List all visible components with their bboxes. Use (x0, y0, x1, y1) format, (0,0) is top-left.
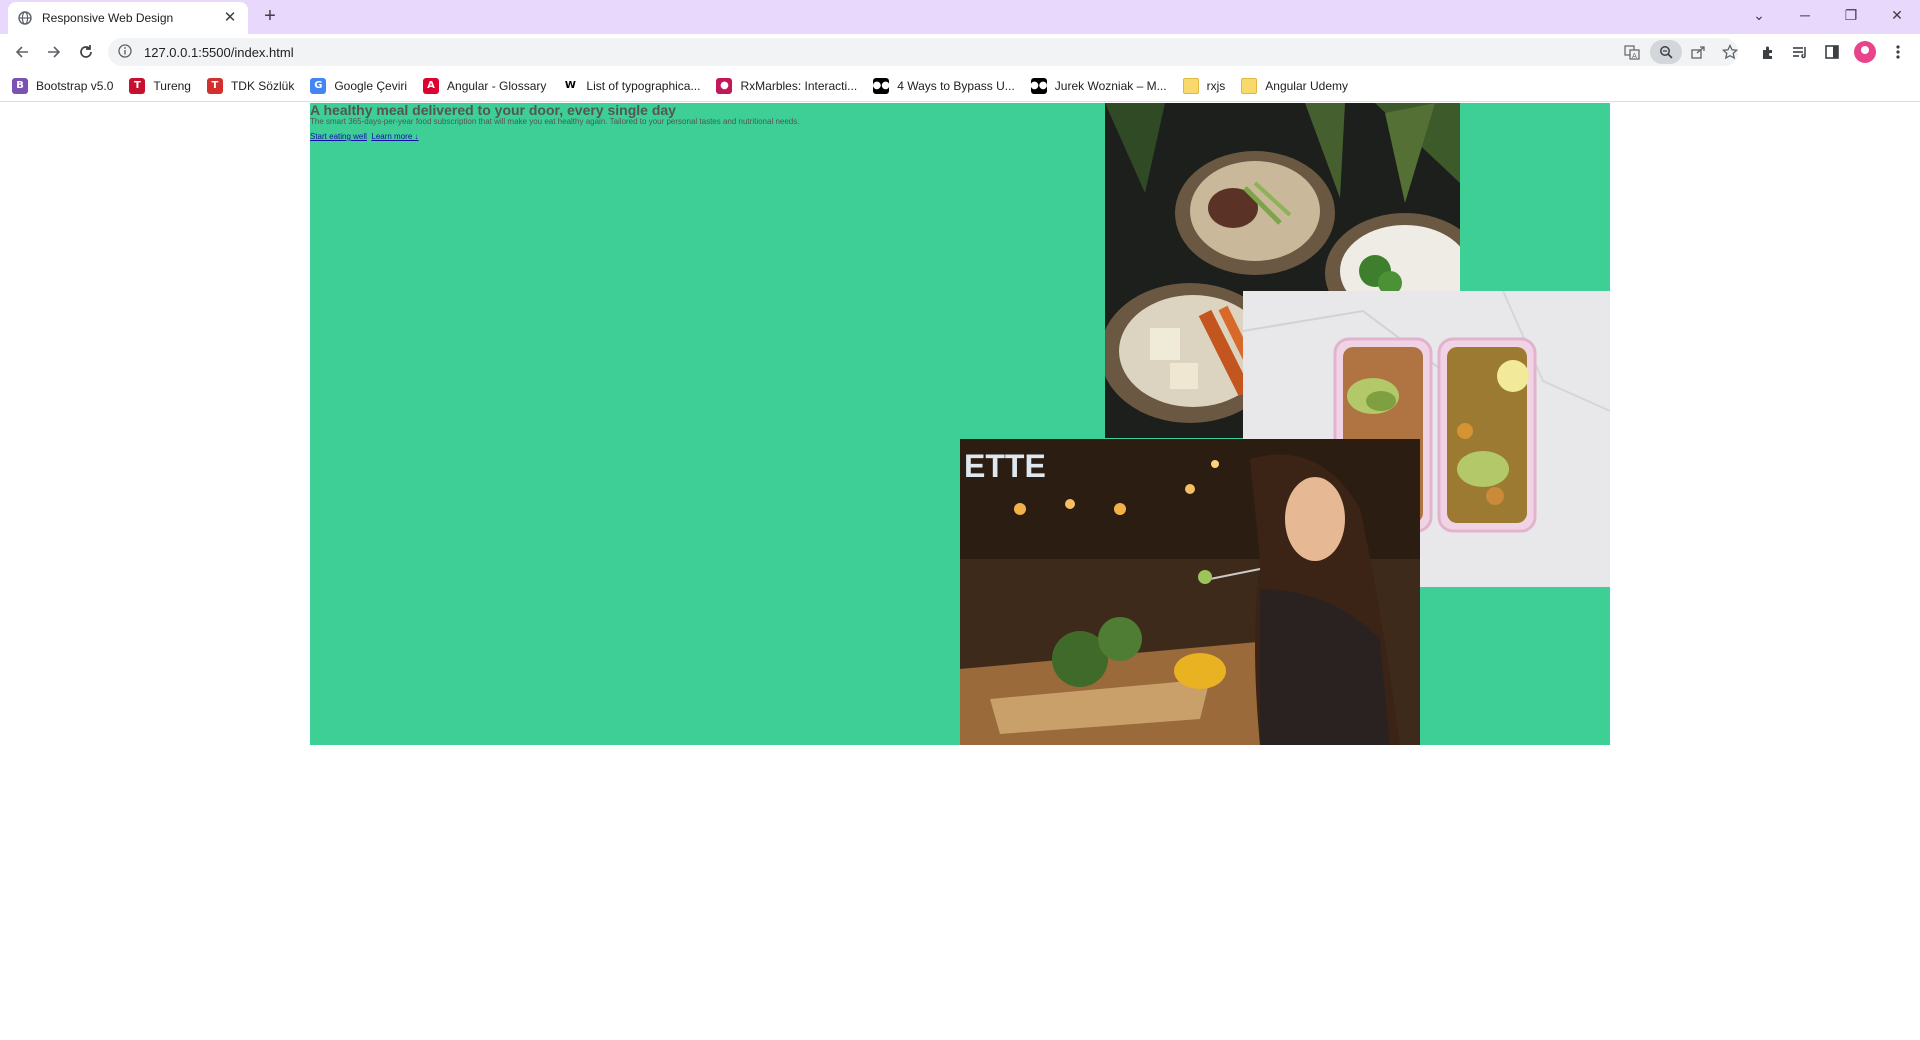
bookmark-label: 4 Ways to Bypass U... (897, 78, 1015, 93)
bookmark-label: TDK Sözlük (230, 78, 295, 93)
restore-button[interactable]: ❐ (1828, 0, 1874, 30)
tab-search-icon[interactable]: ⌄ (1736, 0, 1782, 30)
bookmark-label: RxMarbles: Interacti... (740, 78, 858, 93)
bookmark-item[interactable]: B Bootstrap v5.0 (12, 74, 113, 98)
bookmark-label: Angular Udemy (1265, 78, 1348, 93)
bookmark-label: rxjs (1206, 78, 1226, 93)
svg-text:ETTE: ETTE (964, 448, 1046, 484)
tureng-icon: T (129, 77, 146, 94)
hero-section: A healthy meal delivered to your door, e… (310, 103, 1610, 745)
minimize-button[interactable]: ─ (1782, 0, 1828, 30)
close-tab-icon[interactable]: ✕ (222, 10, 238, 26)
tab-strip: Responsive Web Design ✕ + ⌄ ─ ❐ ✕ (0, 0, 1920, 34)
profile-avatar[interactable] (1854, 41, 1876, 63)
hero-text-box: A healthy meal delivered to your door, e… (310, 103, 1110, 144)
reload-icon[interactable] (72, 38, 100, 66)
medium-icon: ●● (872, 77, 890, 94)
extensions-icon[interactable] (1754, 38, 1782, 66)
zoom-icon[interactable] (1650, 40, 1682, 64)
forward-icon[interactable] (40, 38, 68, 66)
web-page: A healthy meal delivered to your door, e… (0, 103, 1920, 1040)
bookmark-item[interactable]: G Google Çeviri (310, 74, 407, 98)
bootstrap-icon: B (12, 77, 28, 94)
hero-heading: A healthy meal delivered to your door, e… (310, 103, 676, 118)
active-tab[interactable]: Responsive Web Design ✕ (8, 2, 248, 34)
bookmark-label: Bootstrap v5.0 (36, 78, 114, 93)
reading-list-icon[interactable] (1786, 38, 1814, 66)
folder-icon (1241, 77, 1258, 94)
folder-icon (1182, 77, 1199, 94)
side-panel-icon[interactable] (1818, 38, 1846, 66)
new-tab-button[interactable]: + (258, 5, 282, 29)
start-eating-link[interactable]: Start eating well (310, 132, 367, 141)
tdk-icon: T (206, 77, 223, 94)
rxmarbles-icon: ● (716, 77, 733, 94)
wikipedia-icon: W (562, 77, 579, 94)
bookmark-item[interactable]: rxjs (1182, 74, 1226, 98)
bookmark-item[interactable]: W List of typographica... (562, 74, 700, 98)
bookmark-item[interactable]: ●● 4 Ways to Bypass U... (872, 74, 1015, 98)
hero-description: The smart 365-days-per-year food subscri… (310, 117, 800, 126)
bookmark-item[interactable]: Angular Udemy (1241, 74, 1348, 98)
browser-toolbar: 127.0.0.1:5500/index.html A (0, 34, 1920, 70)
bookmark-item[interactable]: T Tureng (129, 74, 191, 98)
bookmark-item[interactable]: ●● Jurek Wozniak – M... (1030, 74, 1167, 98)
woman-eating-image: ETTE (960, 439, 1420, 745)
bookmark-item[interactable]: A Angular - Glossary (423, 74, 546, 98)
bookmark-label: Jurek Wozniak – M... (1054, 78, 1167, 93)
bookmark-item[interactable]: ● RxMarbles: Interacti... (716, 74, 857, 98)
learn-more-link[interactable]: Learn more ↓ (371, 132, 418, 141)
address-bar[interactable]: 127.0.0.1:5500/index.html (108, 38, 1738, 66)
medium-icon: ●● (1030, 77, 1048, 94)
bookmark-label: List of typographica... (586, 78, 701, 93)
globe-icon (18, 11, 32, 25)
bookmark-label: Tureng (153, 78, 191, 93)
back-icon[interactable] (8, 38, 36, 66)
svg-text:A: A (1632, 52, 1637, 60)
google-translate-icon: G (310, 77, 327, 94)
bookmark-item[interactable]: T TDK Sözlük (206, 74, 295, 98)
bookmark-label: Angular - Glossary (447, 78, 547, 93)
url-text: 127.0.0.1:5500/index.html (144, 44, 294, 60)
tab-title: Responsive Web Design (42, 11, 174, 25)
bookmarks-bar: B Bootstrap v5.0 T Tureng T TDK Sözlük G Google… (0, 70, 1920, 102)
close-window-button[interactable]: ✕ (1874, 0, 1920, 30)
bookmark-star-icon[interactable] (1718, 40, 1742, 64)
share-icon[interactable] (1686, 40, 1710, 64)
menu-dots-icon[interactable] (1884, 38, 1912, 66)
translate-icon[interactable]: A (1620, 40, 1644, 64)
site-info-icon[interactable] (118, 44, 134, 60)
angular-icon: A (423, 77, 440, 94)
bookmark-label: Google Çeviri (334, 78, 408, 93)
